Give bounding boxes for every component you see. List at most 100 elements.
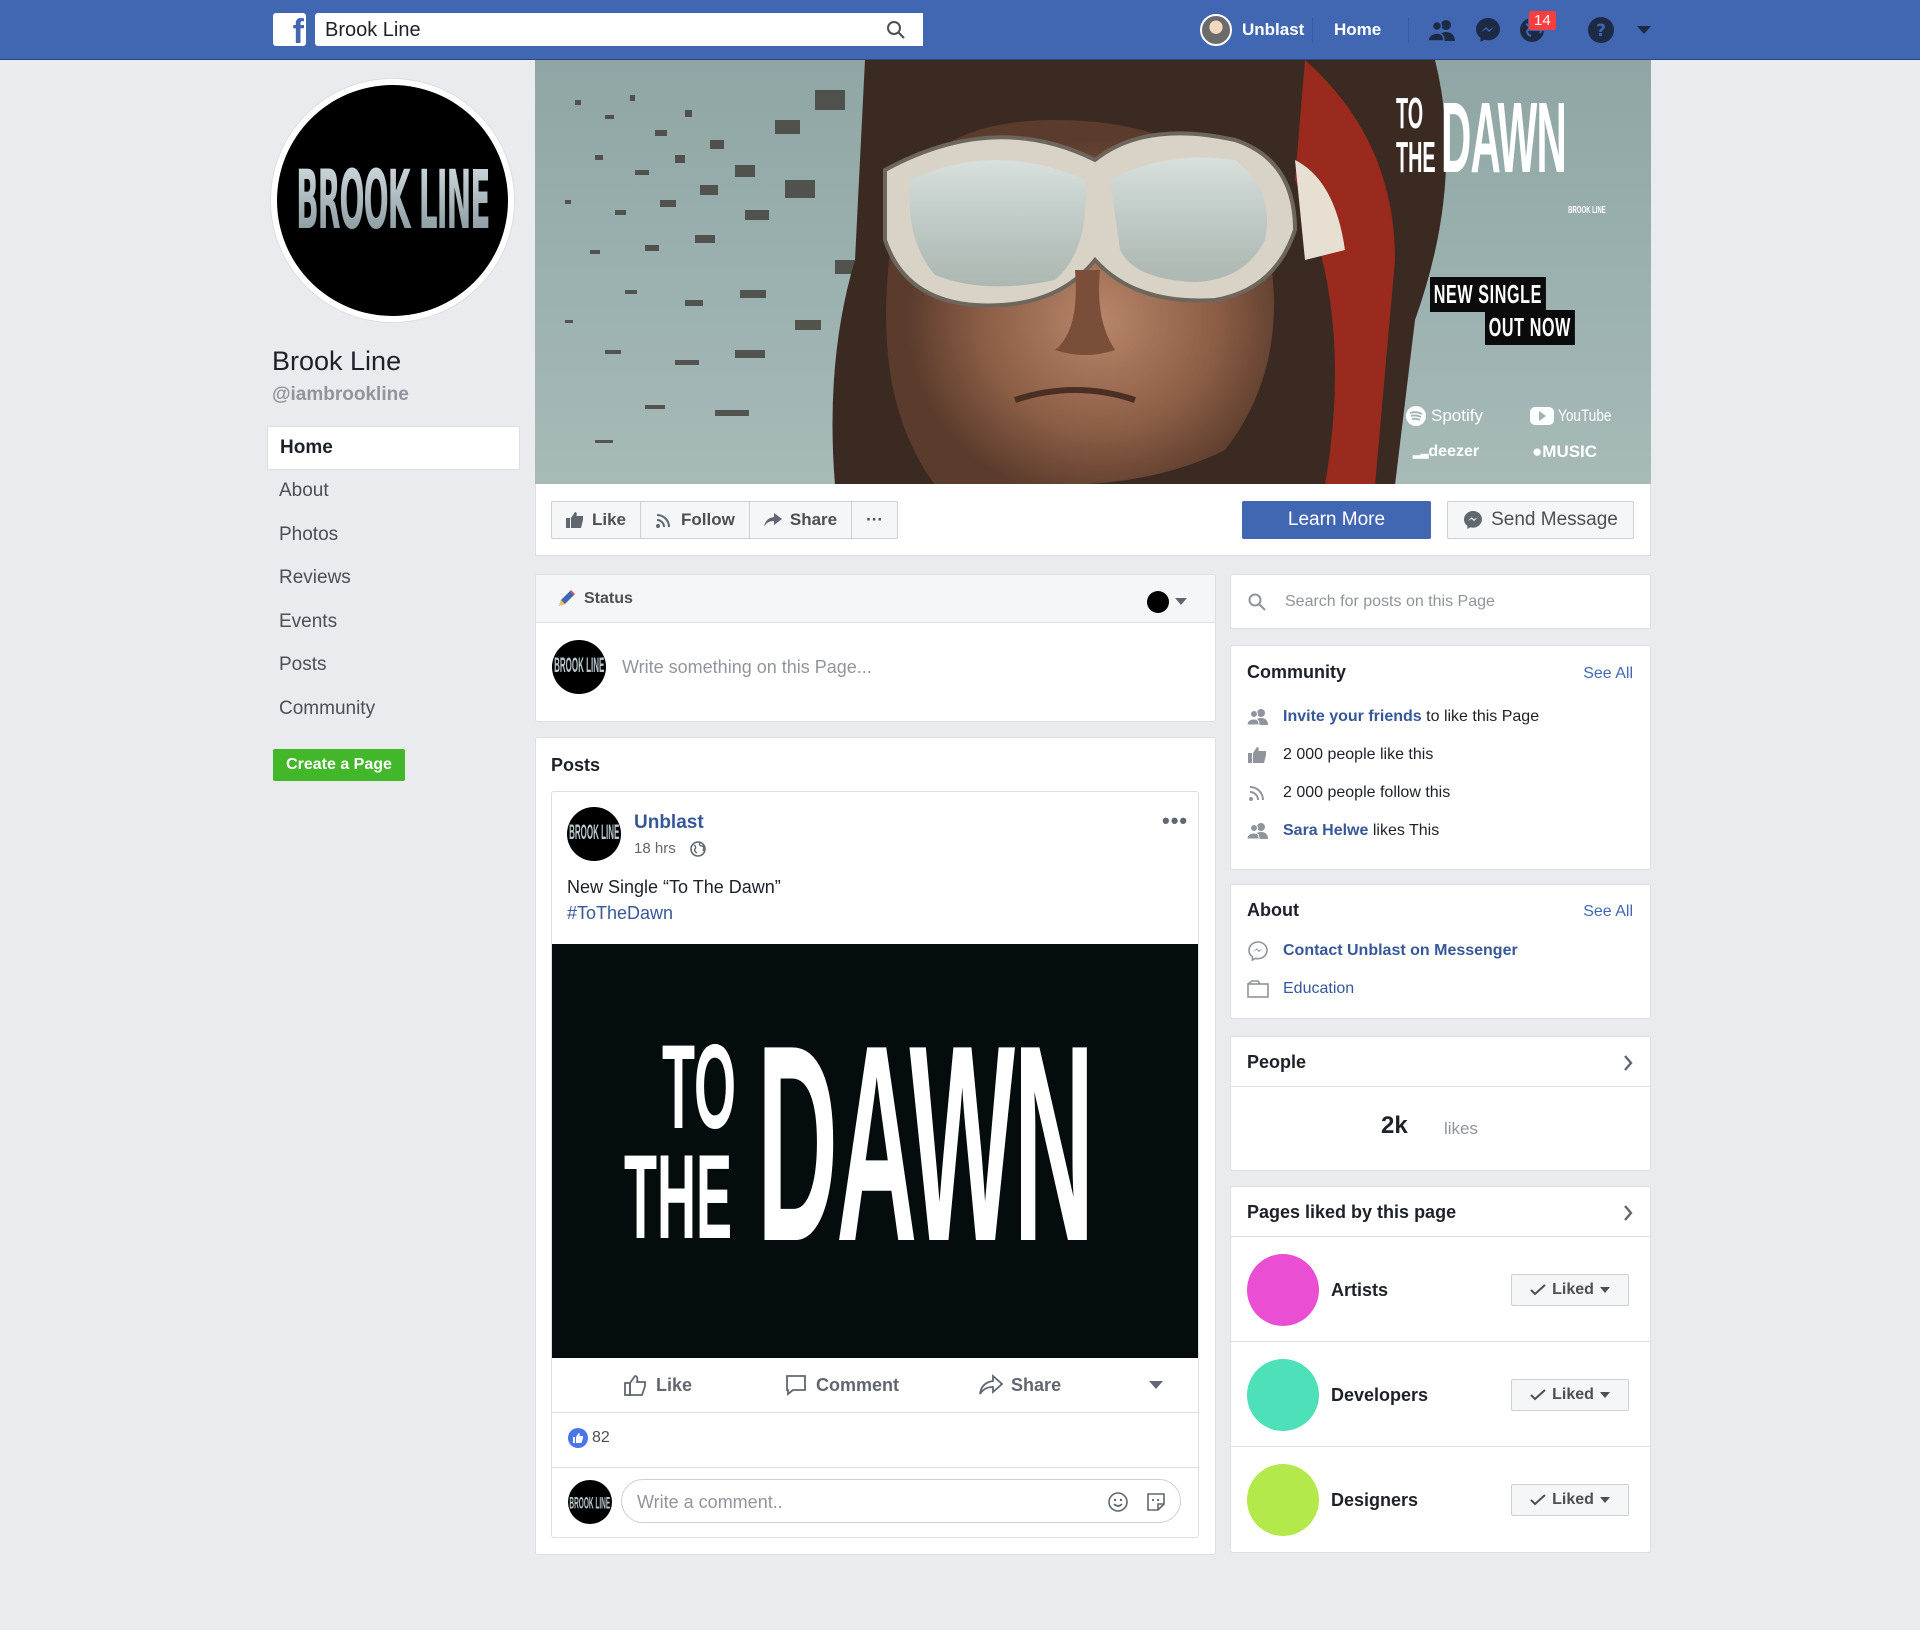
friends-icon xyxy=(1247,709,1268,726)
share-label: Share xyxy=(789,510,838,529)
leftnav-item-photos[interactable]: Photos xyxy=(267,513,520,557)
liked-dropdown-button[interactable]: Liked xyxy=(1511,1274,1629,1306)
cover-out-now: OUT NOW xyxy=(1485,310,1575,345)
chevron-down-icon xyxy=(1599,1286,1610,1293)
post-like-button[interactable]: Like xyxy=(624,1374,692,1396)
send-message-button[interactable]: Send Message xyxy=(1447,501,1634,539)
emoji-icon[interactable] xyxy=(1107,1491,1129,1513)
liked-page-row: Developers Liked xyxy=(1231,1343,1650,1447)
help-icon[interactable]: ? xyxy=(1585,14,1617,46)
pages-liked-title: Pages liked by this page xyxy=(1247,1202,1457,1222)
post-author-name[interactable]: Unblast xyxy=(634,812,704,834)
comment-input[interactable]: Write a comment.. xyxy=(621,1479,1181,1523)
page-handle[interactable]: @iambrookline xyxy=(272,384,409,406)
pages-liked-header[interactable]: Pages liked by this page xyxy=(1231,1187,1650,1237)
liked-page-row: Designers Liked xyxy=(1231,1448,1650,1552)
follow-label: Follow xyxy=(681,510,735,529)
community-card: Community See All Invite your friends to… xyxy=(1230,645,1651,870)
post-options-icon[interactable]: ••• xyxy=(1162,808,1188,834)
create-page-button[interactable]: Create a Page xyxy=(273,749,405,781)
like-page-button[interactable]: Like xyxy=(552,502,642,538)
page-avatar-developers[interactable] xyxy=(1247,1359,1319,1431)
friends-icon xyxy=(1247,823,1268,840)
top-home-link[interactable]: Home xyxy=(1334,20,1381,40)
liked-page-name[interactable]: Developers xyxy=(1331,1385,1428,1406)
cover-youtube-logo: YouTube xyxy=(1530,406,1625,426)
post-like-label: Like xyxy=(656,1374,693,1395)
post-author-avatar[interactable]: BROOK LINE xyxy=(567,807,621,861)
leftnav-item-events[interactable]: Events xyxy=(267,600,520,644)
leftnav-item-home[interactable]: Home xyxy=(267,426,520,470)
chevron-right-icon xyxy=(1624,1055,1633,1071)
spotify-icon xyxy=(1406,406,1426,426)
community-list: Invite your friends to like this Page 2 … xyxy=(1231,698,1650,850)
post-as-selector[interactable] xyxy=(1147,591,1187,613)
notification-badge: 14 xyxy=(1528,10,1557,31)
sticker-icon[interactable] xyxy=(1145,1491,1167,1513)
leftnav-item-posts[interactable]: Posts xyxy=(267,644,520,688)
leftnav-item-reviews[interactable]: Reviews xyxy=(267,557,520,601)
follow-button[interactable]: Follow xyxy=(641,502,750,538)
post-timestamp[interactable]: 18 hrs xyxy=(634,840,676,857)
more-options-button[interactable]: ··· xyxy=(852,502,897,538)
page-avatar-artists[interactable] xyxy=(1247,1254,1319,1326)
friend-name-link[interactable]: Sara Helwe xyxy=(1283,822,1368,839)
page-avatar-designers[interactable] xyxy=(1247,1464,1319,1536)
share-page-button[interactable]: Share xyxy=(750,502,853,538)
checkmark-icon xyxy=(1530,1494,1546,1506)
status-input[interactable]: Write something on this Page... xyxy=(622,657,872,678)
community-see-all-link[interactable]: See All xyxy=(1583,665,1633,683)
learn-more-button[interactable]: Learn More xyxy=(1242,501,1431,539)
post-meta: 18 hrs xyxy=(634,840,706,857)
like-label: Like xyxy=(592,510,627,529)
contact-messenger-row[interactable]: Contact Unblast on Messenger xyxy=(1247,940,1518,962)
account-menu-caret-icon[interactable] xyxy=(1628,14,1660,46)
post-share-button[interactable]: Share xyxy=(979,1374,1061,1396)
status-tab[interactable]: Status xyxy=(536,575,1215,623)
search-icon xyxy=(886,20,905,39)
invite-friends-link[interactable]: Invite your friends xyxy=(1283,708,1422,725)
cover-title-to: TO xyxy=(1396,89,1424,138)
cover-title-dawn: DAWN xyxy=(1441,82,1567,194)
page-post-search[interactable]: Search for posts on this Page xyxy=(1230,574,1651,629)
apple-icon: ● xyxy=(1532,442,1543,461)
chevron-down-icon[interactable] xyxy=(1149,1380,1164,1390)
community-invite-row: Invite your friends to like this Page xyxy=(1231,698,1650,736)
top-profile-link[interactable]: Unblast xyxy=(1200,13,1304,47)
reaction-count: 82 xyxy=(592,1429,610,1446)
post-comment-label: Comment xyxy=(816,1374,900,1395)
about-see-all-link[interactable]: See All xyxy=(1583,903,1633,921)
youtube-icon xyxy=(1530,407,1554,425)
liked-dropdown-button[interactable]: Liked xyxy=(1511,1484,1629,1516)
post-text: New Single “To The Dawn” xyxy=(567,877,781,897)
liked-page-name[interactable]: Designers xyxy=(1331,1490,1418,1511)
profile-logo: BROOK LINE xyxy=(277,85,508,316)
friend-requests-icon[interactable] xyxy=(1426,14,1458,46)
deezer-icon: ▂▃ xyxy=(1413,448,1429,459)
chevron-down-icon xyxy=(1599,1391,1610,1398)
people-header[interactable]: People xyxy=(1231,1037,1650,1087)
leftnav-item-community[interactable]: Community xyxy=(267,687,520,731)
cover-new-single: NEW SINGLE xyxy=(1430,277,1546,312)
svg-text:?: ? xyxy=(1596,21,1606,41)
leftnav-item-about[interactable]: About xyxy=(267,470,520,514)
reaction-summary[interactable]: 82 xyxy=(568,1428,610,1448)
facebook-logo-icon[interactable]: f xyxy=(273,13,306,46)
liked-page-name[interactable]: Artists xyxy=(1331,1280,1388,1301)
avatar xyxy=(1200,14,1232,46)
post-image-the: THE xyxy=(624,1130,732,1264)
post-comment-button[interactable]: Comment xyxy=(784,1374,899,1396)
liked-dropdown-button[interactable]: Liked xyxy=(1511,1379,1629,1411)
post-hashtag[interactable]: #ToTheDawn xyxy=(567,903,673,924)
youtube-label: YouTube xyxy=(1558,406,1612,425)
chevron-down-icon xyxy=(1175,598,1187,605)
education-row[interactable]: Education xyxy=(1247,980,1354,998)
community-title: Community xyxy=(1247,662,1346,682)
search-button[interactable] xyxy=(868,13,923,46)
search-input[interactable]: Brook Line xyxy=(315,13,923,46)
cover-photo[interactable]: TO THE DAWN BROOK LINE NEW SINGLE OUT NO… xyxy=(535,60,1651,485)
messenger-icon[interactable] xyxy=(1472,14,1504,46)
post-image[interactable]: TO THE DAWN xyxy=(552,944,1198,1358)
comment-placeholder: Write a comment.. xyxy=(637,1492,783,1512)
profile-picture[interactable]: BROOK LINE xyxy=(271,79,514,322)
